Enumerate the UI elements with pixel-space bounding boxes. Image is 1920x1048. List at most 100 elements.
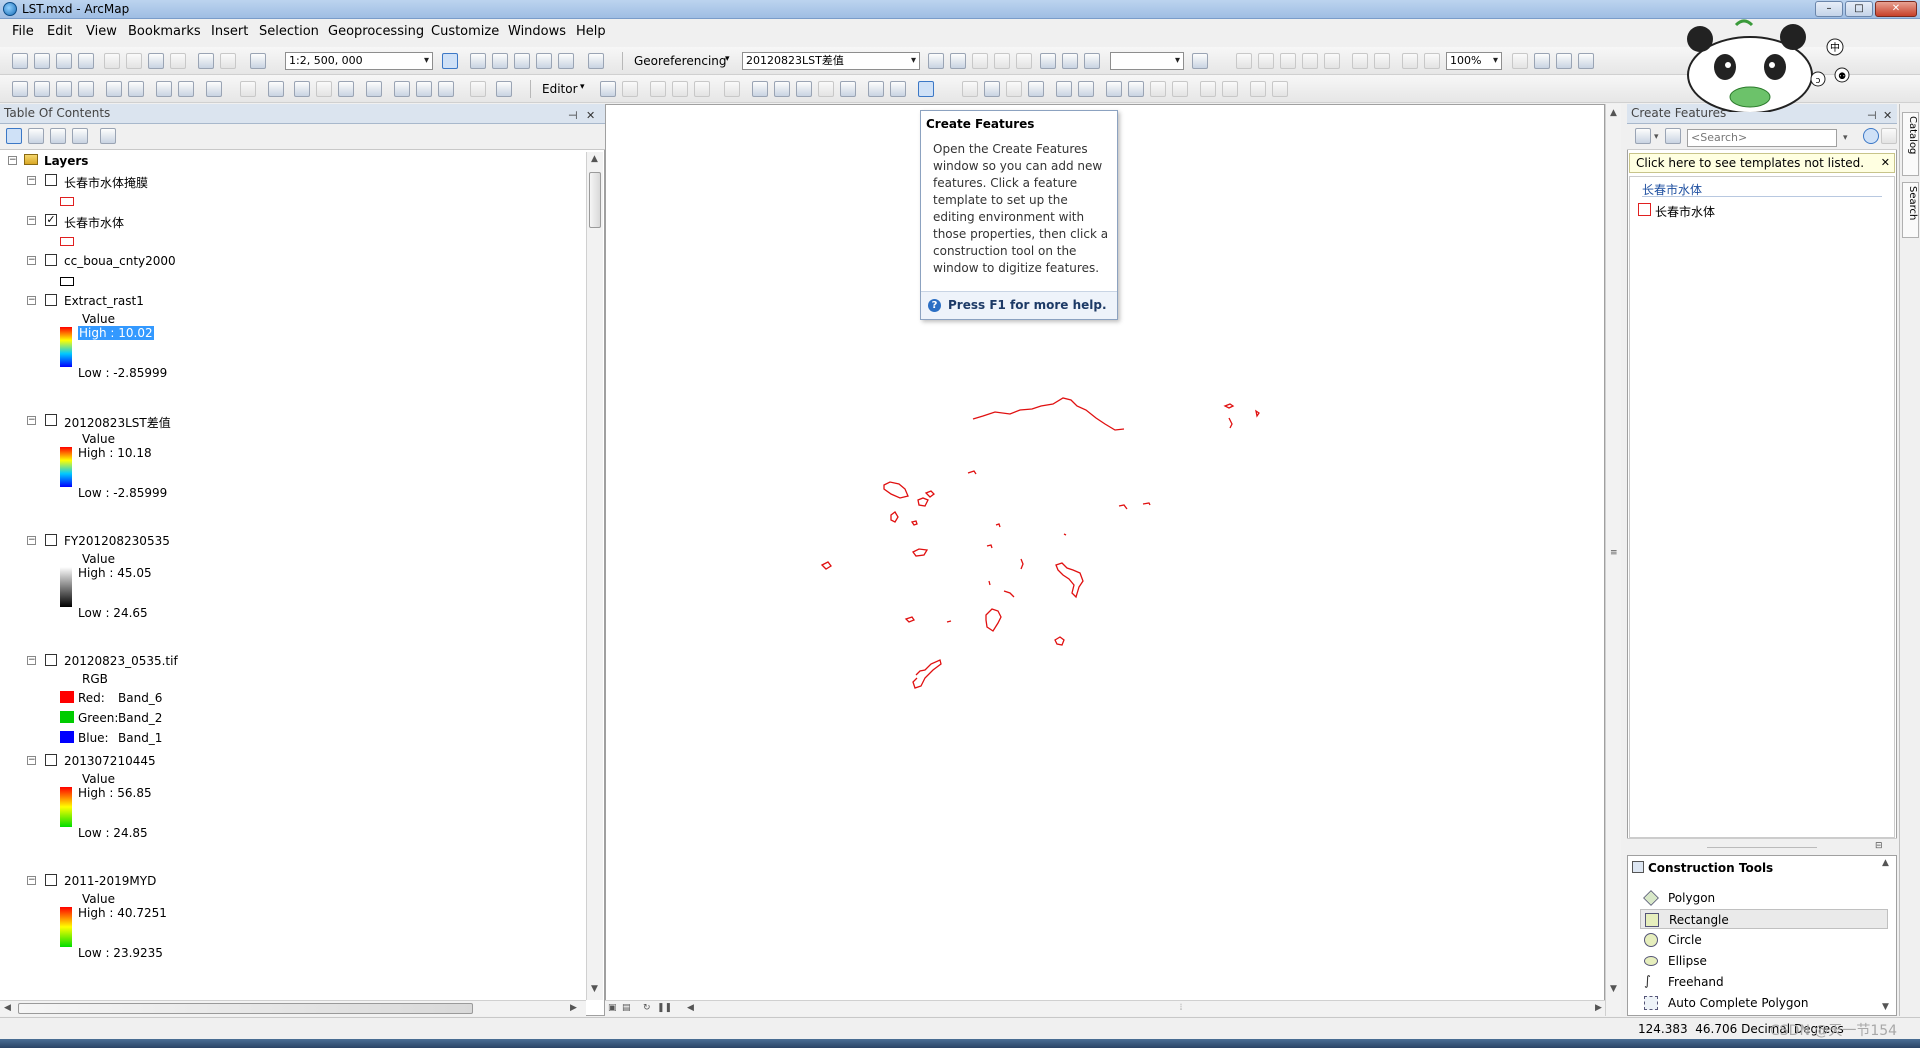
reshape-icon[interactable]	[774, 81, 790, 97]
scroll-down-arrow[interactable]: ▼	[1882, 1002, 1889, 1012]
legend-high-value[interactable]: High : 10.02	[78, 326, 154, 340]
polygon-symbol-icon[interactable]	[60, 277, 74, 286]
layer-name[interactable]: 2011-2019MYD	[64, 874, 156, 888]
fixed-zoom-out-icon[interactable]	[128, 81, 144, 97]
arctoolbox-icon[interactable]	[536, 53, 552, 69]
menu-geoprocessing[interactable]: Geoprocessing	[328, 24, 424, 39]
close-icon[interactable]: ✕	[1883, 106, 1892, 125]
scroll-right-arrow[interactable]: ▶	[570, 1003, 577, 1013]
tool-label[interactable]: Circle	[1668, 933, 1702, 947]
link-table-icon[interactable]	[1040, 53, 1056, 69]
cut-icon[interactable]	[104, 53, 120, 69]
point-icon[interactable]	[724, 81, 740, 97]
map-vertical-scrollbar[interactable]: ▲ ≡ ▼	[1605, 104, 1621, 1016]
layout-pan-icon[interactable]	[1280, 53, 1296, 69]
find-icon[interactable]	[394, 81, 410, 97]
water-body-feature[interactable]	[1063, 533, 1067, 536]
transform-icon[interactable]	[1128, 81, 1144, 97]
measure-icon[interactable]	[366, 81, 382, 97]
python-window-icon[interactable]	[558, 53, 574, 69]
list-by-drawing-order-icon[interactable]	[6, 128, 22, 144]
paste-icon[interactable]	[148, 53, 164, 69]
collapse-icon[interactable]: ⊟	[1875, 841, 1883, 851]
template-search-input[interactable]: <Search>	[1687, 129, 1837, 147]
legend-high-value[interactable]: High : 56.85	[78, 786, 152, 800]
html-popup-icon[interactable]	[338, 81, 354, 97]
tool-polygon[interactable]: Polygon	[1640, 888, 1888, 908]
model-builder-icon[interactable]	[588, 53, 604, 69]
layer-visibility-checkbox[interactable]	[45, 254, 57, 266]
layer-visibility-checkbox[interactable]	[45, 534, 57, 546]
search-tab[interactable]: Search	[1902, 182, 1919, 238]
save-icon[interactable]	[56, 53, 72, 69]
list-by-visibility-icon[interactable]	[50, 128, 66, 144]
select-features-icon[interactable]	[206, 81, 222, 97]
water-body-feature[interactable]	[1020, 558, 1024, 570]
error-inspector-icon[interactable]	[1200, 81, 1216, 97]
zoom-in-icon[interactable]	[12, 81, 28, 97]
collapse-layer-icon[interactable]: −	[27, 756, 36, 765]
water-body-feature[interactable]	[946, 620, 952, 623]
filter-templates-icon[interactable]	[1635, 128, 1651, 144]
delete-icon[interactable]	[170, 53, 186, 69]
legend-high-value[interactable]: High : 10.18	[78, 446, 152, 460]
scroll-thumb[interactable]	[18, 1003, 473, 1014]
layer-visibility-checkbox[interactable]: ✓	[45, 214, 57, 226]
feature-template-label[interactable]: 长春市水体	[1655, 203, 1715, 220]
templates-notice-text[interactable]: Click here to see templates not listed.	[1636, 156, 1864, 170]
create-features-icon[interactable]	[918, 81, 934, 97]
tool-label[interactable]: Polygon	[1668, 891, 1715, 905]
legend-high-label[interactable]: High : 40.7251	[78, 906, 167, 920]
fixed-zoom-out-icon[interactable]	[1374, 53, 1390, 69]
layout-view-icon[interactable]: ▤	[622, 1003, 631, 1013]
scale-icon[interactable]	[1016, 53, 1032, 69]
edit-annotation-icon[interactable]	[622, 81, 638, 97]
attributes-icon[interactable]	[868, 81, 884, 97]
tool-label[interactable]: Freehand	[1668, 975, 1724, 989]
layer-visibility-checkbox[interactable]	[45, 754, 57, 766]
water-body-feature[interactable]	[1054, 636, 1065, 646]
tool-label[interactable]: Auto Complete Polygon	[1668, 996, 1808, 1010]
hammer-icon[interactable]	[1192, 53, 1208, 69]
toc-options-icon[interactable]	[100, 128, 116, 144]
layer-name[interactable]: 长春市水体	[64, 214, 124, 231]
color-ramp-symbol[interactable]	[60, 567, 72, 607]
validate-topology-icon[interactable]	[1150, 81, 1166, 97]
maximize-button[interactable]: □	[1845, 1, 1873, 17]
legend-low-label[interactable]: Low : -2.85999	[78, 366, 167, 380]
auto-adjust-icon[interactable]	[950, 53, 966, 69]
add-control-points-icon[interactable]	[928, 53, 944, 69]
go-back-icon[interactable]	[156, 81, 172, 97]
layout-zoom-in-icon[interactable]	[1236, 53, 1252, 69]
clear-search-icon[interactable]	[1881, 128, 1897, 144]
time-slider-icon[interactable]	[470, 81, 486, 97]
identify-icon[interactable]	[294, 81, 310, 97]
water-body-feature[interactable]	[1142, 502, 1151, 506]
collapse-layer-icon[interactable]: −	[27, 536, 36, 545]
fixed-zoom-in-icon[interactable]	[106, 81, 122, 97]
collapse-layer-icon[interactable]: −	[27, 876, 36, 885]
water-body-feature[interactable]	[967, 470, 977, 475]
layer-name[interactable]: 20120823LST差值	[64, 414, 171, 431]
chevron-down-icon[interactable]: ▾	[1843, 133, 1848, 143]
map-topology-icon[interactable]	[1056, 81, 1072, 97]
create-viewer-icon[interactable]	[496, 81, 512, 97]
search-icon[interactable]	[1863, 128, 1879, 144]
chevron-down-icon[interactable]: ▾	[725, 54, 730, 64]
layer-name[interactable]: 201307210445	[64, 754, 156, 768]
water-body-feature[interactable]	[890, 511, 899, 523]
search-window-icon[interactable]	[514, 53, 530, 69]
scroll-down-arrow[interactable]: ▼	[591, 984, 598, 994]
list-by-source-icon[interactable]	[28, 128, 44, 144]
zoom-100-icon[interactable]	[1324, 53, 1340, 69]
collapse-layer-icon[interactable]: −	[27, 256, 36, 265]
panel-splitter[interactable]: ⊟	[1627, 838, 1897, 855]
back-extent-icon[interactable]	[1402, 53, 1418, 69]
menu-edit[interactable]: Edit	[47, 24, 72, 39]
select-elements-icon[interactable]	[268, 81, 284, 97]
water-body-feature[interactable]	[924, 490, 935, 498]
sketch-properties-icon[interactable]	[890, 81, 906, 97]
close-icon[interactable]: ✕	[586, 106, 595, 125]
rotate-edit-icon[interactable]	[840, 81, 856, 97]
layer-name[interactable]: 20120823_0535.tif	[64, 654, 178, 668]
